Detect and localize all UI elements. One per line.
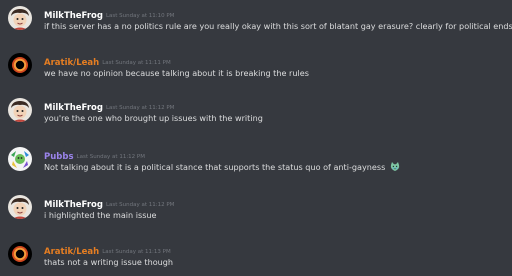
message-item: Pubbs Last Sunday at 11:12 PM Not talking… (0, 147, 512, 187)
pubbs-avatar-icon[interactable] (8, 147, 32, 171)
frog-avatar-icon[interactable] (8, 98, 32, 122)
message-text: i highlighted the main issue (44, 210, 157, 220)
message-item: MilkTheFrog Last Sunday at 11:12 PM you'r… (0, 98, 512, 138)
timestamp: Last Sunday at 11:13 PM (102, 249, 171, 255)
message-header: Aratik/Leah Last Sunday at 11:13 PM (44, 242, 171, 257)
timestamp: Last Sunday at 11:10 PM (105, 13, 175, 19)
message-header: Aratik/Leah Last Sunday at 11:11 PM (44, 53, 171, 68)
message-item: Aratik/Leah Last Sunday at 11:13 PM thats… (0, 242, 512, 276)
message-item: MilkTheFrog Last Sunday at 11:10 PM if th… (0, 6, 512, 46)
message-content: Not talking about it is a political stan… (44, 161, 401, 173)
black-hole-avatar-icon[interactable] (8, 53, 32, 77)
message-item: MilkTheFrog Last Sunday at 11:12 PM i hig… (0, 195, 512, 235)
message-header: MilkTheFrog Last Sunday at 11:10 PM (44, 6, 175, 21)
message-header: MilkTheFrog Last Sunday at 11:12 PM (44, 98, 175, 113)
message-item: Aratik/Leah Last Sunday at 11:11 PM we ha… (0, 53, 512, 93)
chat-messages: MilkTheFrog Last Sunday at 11:10 PM if th… (0, 0, 512, 276)
message-text: you're the one who brought up issues wit… (44, 113, 263, 123)
message-header: Pubbs Last Sunday at 11:12 PM (44, 147, 145, 162)
message-text: if this server has a no politics rule ar… (44, 21, 512, 31)
frog-avatar-icon[interactable] (8, 195, 32, 219)
message-header: MilkTheFrog Last Sunday at 11:12 PM (44, 195, 175, 210)
message-text: we have no opinion because talking about… (44, 68, 309, 78)
black-hole-avatar-icon[interactable] (8, 242, 32, 266)
crying-cat-emoji-icon[interactable] (389, 161, 401, 173)
frog-avatar-icon[interactable] (8, 6, 32, 30)
message-text: thats not a writing issue though (44, 257, 174, 267)
timestamp: Last Sunday at 11:12 PM (105, 202, 175, 208)
message-text: Not talking about it is a political stan… (44, 162, 386, 172)
timestamp: Last Sunday at 11:12 PM (105, 105, 175, 111)
timestamp: Last Sunday at 11:11 PM (102, 60, 171, 66)
timestamp: Last Sunday at 11:12 PM (76, 154, 145, 160)
